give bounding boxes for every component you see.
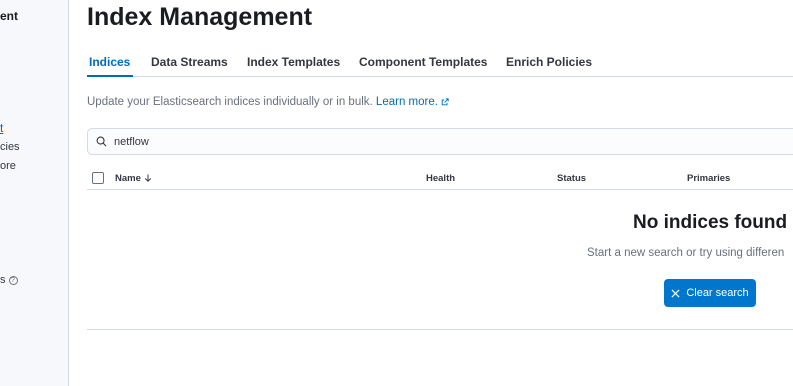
sidebar-heading: ent <box>0 9 18 23</box>
column-health[interactable]: Health <box>426 173 455 184</box>
sidebar-item-policies[interactable]: cies <box>0 141 20 153</box>
divider <box>87 329 793 330</box>
sort-descending-icon <box>144 174 152 182</box>
column-name[interactable]: Name <box>115 173 152 184</box>
empty-state-subtitle: Start a new search or try using differen <box>587 247 785 259</box>
clear-search-button[interactable]: Clear search <box>664 279 756 307</box>
external-link-icon <box>441 98 449 106</box>
table-header: Name Health Status Primaries <box>87 166 793 190</box>
learn-more-link[interactable]: Learn more. <box>376 96 438 108</box>
sidebar: ent t cies ore s ? <box>0 0 69 386</box>
tab-enrich-policies[interactable]: Enrich Policies <box>506 55 592 69</box>
column-status[interactable]: Status <box>557 173 586 184</box>
tab-bar: Indices Data Streams Index Templates Com… <box>87 44 793 77</box>
tab-data-streams[interactable]: Data Streams <box>151 55 228 69</box>
question-circle-icon[interactable]: ? <box>8 275 18 285</box>
close-icon <box>671 288 680 298</box>
search-icon <box>96 136 107 147</box>
description-text: Update your Elasticsearch indices indivi… <box>87 96 376 108</box>
page-description: Update your Elasticsearch indices indivi… <box>87 96 449 108</box>
active-tab-indicator <box>87 75 133 77</box>
clear-search-label: Clear search <box>686 287 749 299</box>
tab-component-templates[interactable]: Component Templates <box>359 55 487 69</box>
search-bar[interactable] <box>87 128 793 155</box>
sidebar-item-help[interactable]: s ? <box>0 274 18 286</box>
page-title: Index Management <box>87 3 313 31</box>
sidebar-help-label: s <box>0 274 6 286</box>
column-name-label: Name <box>115 173 141 184</box>
column-primaries[interactable]: Primaries <box>687 173 730 184</box>
tab-indices[interactable]: Indices <box>89 55 130 69</box>
select-all-checkbox[interactable] <box>92 172 104 184</box>
empty-state-title: No indices found <box>633 212 788 233</box>
tab-index-templates[interactable]: Index Templates <box>247 55 340 69</box>
sidebar-item-more[interactable]: ore <box>0 160 16 172</box>
search-input[interactable] <box>114 135 714 148</box>
sidebar-item-index-management[interactable]: t <box>0 121 3 135</box>
main-content: Index Management Indices Data Streams In… <box>87 0 793 386</box>
